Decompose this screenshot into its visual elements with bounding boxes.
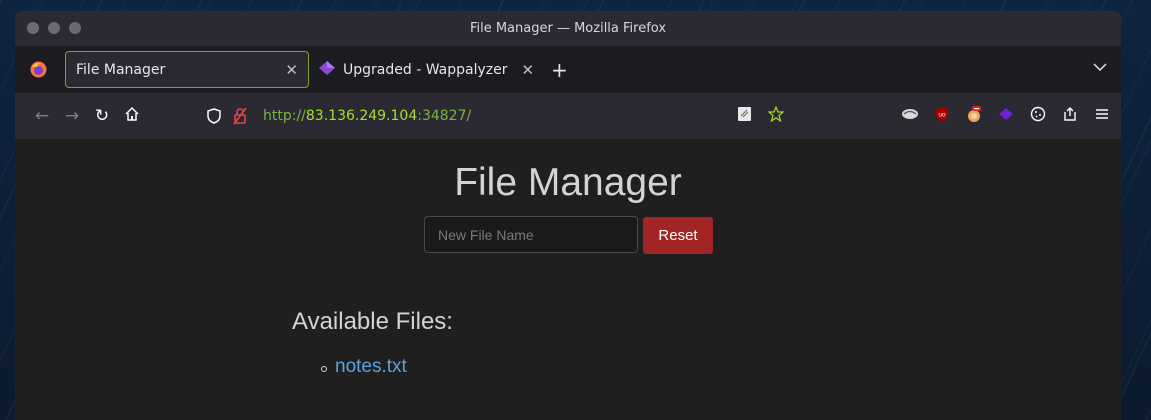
- page-content: File Manager Reset Available Files: note…: [15, 139, 1121, 420]
- menu-icon[interactable]: [1093, 105, 1111, 123]
- tab-label: File Manager: [76, 61, 166, 78]
- close-tab-icon[interactable]: ✕: [285, 61, 298, 79]
- list-item: notes.txt: [321, 356, 407, 378]
- extension-toolbar: uo: [901, 105, 1111, 123]
- window-controls: [27, 22, 81, 34]
- browser-window: File Manager — Mozilla Firefox File Mana…: [15, 11, 1121, 420]
- reader-view-icon[interactable]: [735, 105, 753, 123]
- svg-text:uo: uo: [938, 112, 946, 119]
- available-files-heading: Available Files:: [292, 308, 453, 335]
- chevron-down-icon[interactable]: [1093, 60, 1107, 76]
- file-list: notes.txt: [321, 356, 407, 378]
- insecure-lock-icon[interactable]: [231, 107, 249, 125]
- page-action-icons: [735, 105, 785, 123]
- share-icon[interactable]: [1061, 105, 1079, 123]
- bookmark-star-icon[interactable]: [767, 105, 785, 123]
- close-tab-icon[interactable]: ✕: [521, 61, 534, 79]
- new-file-name-input[interactable]: [424, 216, 638, 253]
- firefox-logo-icon[interactable]: [30, 61, 47, 78]
- ublock-icon[interactable]: uo: [933, 105, 951, 123]
- bullet-icon: [321, 365, 327, 372]
- window-title: File Manager — Mozilla Firefox: [469, 21, 667, 36]
- reload-icon[interactable]: ↻: [87, 106, 117, 126]
- wappalyzer-icon[interactable]: [901, 105, 919, 123]
- file-link[interactable]: notes.txt: [335, 356, 407, 378]
- url-bar-icons: http://83.136.249.104:34827/: [205, 107, 471, 125]
- tab-wappalyzer[interactable]: Upgraded - Wappalyzer ✕: [309, 51, 549, 88]
- maximize-window-button[interactable]: [69, 22, 81, 34]
- cookie-icon[interactable]: [1029, 105, 1047, 123]
- close-window-button[interactable]: [27, 22, 39, 34]
- tab-strip: File Manager ✕ Upgraded - Wappalyzer ✕ +: [15, 46, 1121, 93]
- forward-icon[interactable]: →: [57, 106, 87, 126]
- back-icon[interactable]: ←: [27, 106, 57, 126]
- tab-file-manager[interactable]: File Manager ✕: [65, 51, 309, 88]
- url-field[interactable]: http://83.136.249.104:34827/: [263, 108, 471, 124]
- wappalyzer-toolbar-icon[interactable]: [997, 105, 1015, 123]
- minimize-window-button[interactable]: [48, 22, 60, 34]
- shield-icon[interactable]: [205, 107, 223, 125]
- new-tab-button[interactable]: +: [551, 58, 568, 82]
- new-file-form: Reset: [424, 216, 713, 254]
- extension-icon[interactable]: [965, 105, 983, 123]
- navigation-toolbar: ← → ↻ http://83.136.249.104:34827/ uo: [15, 93, 1121, 139]
- title-bar: File Manager — Mozilla Firefox: [15, 11, 1121, 46]
- tab-label: Upgraded - Wappalyzer: [343, 61, 508, 78]
- page-title: File Manager: [454, 161, 682, 204]
- wappalyzer-tab-icon: [319, 60, 335, 79]
- home-icon[interactable]: [117, 106, 147, 127]
- reset-button[interactable]: Reset: [643, 217, 713, 254]
